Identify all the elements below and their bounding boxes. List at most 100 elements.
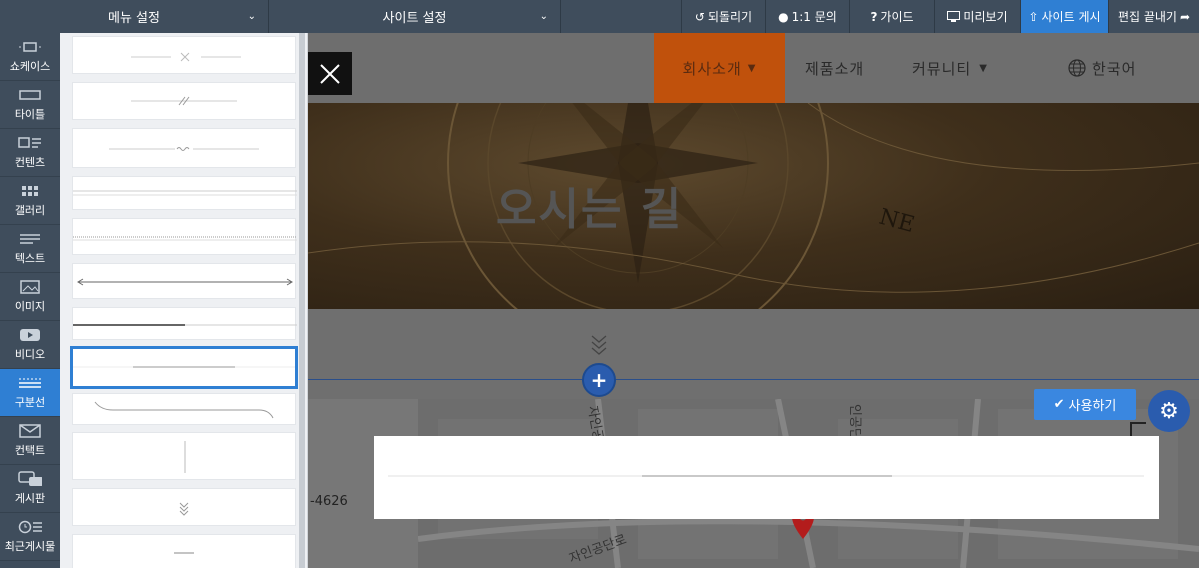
close-icon [320, 63, 340, 84]
video-icon [18, 327, 42, 343]
divider-template-double-line[interactable] [72, 176, 297, 210]
gear-icon: ⚙ [1159, 398, 1179, 424]
nav-item-label: 제품소개 [805, 59, 865, 78]
sidebar-item-recent-posts[interactable]: 최근게시물 [0, 513, 60, 561]
close-button[interactable] [308, 52, 352, 95]
sidebar-item-contact[interactable]: 컨택트 [0, 417, 60, 465]
sidebar-item-gallery[interactable]: 갤러리 [0, 177, 60, 225]
widget-sidebar: 쇼케이스 타이틀 컨텐츠 갤러리 텍스트 이미지 비디오 구분선 컨택트 게시판… [0, 33, 60, 568]
divider-insert-preview [374, 436, 1159, 519]
chevron-down-icon: ⌄ [247, 11, 256, 22]
sidebar-item-label: 타이틀 [14, 108, 46, 121]
site-settings-dropdown[interactable]: 사이트 설정 ⌄ [269, 0, 561, 33]
globe-icon [1068, 59, 1086, 77]
menu-settings-label: 메뉴 설정 [108, 11, 160, 26]
chevrons-down-icon [591, 335, 607, 355]
nav-item-products[interactable]: 제품소개 [805, 33, 864, 103]
share-arrow-icon: ➦ [1179, 9, 1191, 24]
contents-icon [18, 135, 42, 151]
divider-template-slash[interactable] [72, 82, 296, 120]
phone-number-fragment: -4626 [310, 494, 348, 509]
use-button[interactable]: ✔ 사용하기 [1034, 389, 1136, 420]
finish-edit-label: 편집 끝내기 [1117, 10, 1177, 24]
sidebar-item-contents[interactable]: 컨텐츠 [0, 129, 60, 177]
divider-template-vertical[interactable] [72, 432, 296, 480]
hero-banner: NE 오시는 길 [308, 103, 1199, 309]
publish-button[interactable]: ⇧ 사이트 게시 [1020, 0, 1108, 33]
divider-template-short[interactable] [72, 534, 296, 568]
site-navigation: 회사소개 ▼ 제품소개 커뮤니티 ▼ 한국어 [308, 33, 1199, 103]
sidebar-item-title[interactable]: 타이틀 [0, 81, 60, 129]
nav-item-language[interactable]: 한국어 [1068, 33, 1136, 103]
sidebar-item-divider[interactable]: 구분선 [0, 369, 60, 417]
divider-template-panel [60, 33, 308, 568]
guide-label: 가이드 [880, 10, 914, 24]
gallery-icon [18, 183, 42, 199]
divider-template-arrows[interactable] [72, 263, 296, 299]
top-toolbar: 메뉴 설정 ⌄ 사이트 설정 ⌄ ↺ 되돌리기 ● 1:1 문의 ? 가이드 미… [0, 0, 1199, 33]
finish-edit-button[interactable]: 편집 끝내기 ➦ [1108, 0, 1199, 33]
sidebar-item-image[interactable]: 이미지 [0, 273, 60, 321]
site-settings-label: 사이트 설정 [382, 11, 447, 26]
check-icon: ✔ [1053, 397, 1065, 412]
divider-template-curved[interactable] [72, 393, 296, 425]
caret-down-icon: ▼ [747, 62, 757, 74]
site-preview: 회사소개 ▼ 제품소개 커뮤니티 ▼ 한국어 NE 오시는 길 인공단 자인공단… [308, 33, 1199, 568]
sidebar-item-label: 구분선 [14, 396, 46, 409]
compass-image: NE [308, 103, 1199, 309]
divider-template-chevrons[interactable] [72, 488, 296, 526]
board-icon [18, 471, 42, 487]
publish-label: 사이트 게시 [1041, 10, 1101, 24]
monitor-icon [947, 11, 961, 22]
divider-template-bold-half[interactable] [72, 307, 297, 340]
text-icon [18, 231, 42, 247]
divider-section [308, 309, 1199, 399]
image-icon [18, 279, 42, 295]
sidebar-item-label: 텍스트 [14, 252, 46, 265]
divider-template-wave[interactable] [72, 128, 296, 168]
undo-button[interactable]: ↺ 되돌리기 [681, 0, 765, 33]
title-icon [18, 87, 42, 103]
inquiry-label: 1:1 문의 [791, 10, 837, 24]
showcase-icon [18, 39, 42, 55]
sidebar-item-label: 쇼케이스 [9, 60, 51, 73]
sidebar-item-label: 게시판 [14, 492, 46, 505]
divider-template-dotted[interactable] [72, 218, 297, 255]
preview-label: 미리보기 [963, 10, 1008, 24]
divider-template-x[interactable] [72, 36, 296, 74]
question-icon: ? [870, 9, 878, 24]
insert-guide-line [308, 379, 1199, 380]
recent-posts-icon [18, 519, 42, 535]
chevron-down-icon: ⌄ [539, 11, 548, 22]
nav-item-company[interactable]: 회사소개 ▼ [654, 33, 785, 103]
nav-item-label: 한국어 [1092, 59, 1137, 78]
sidebar-item-label: 갤러리 [14, 204, 46, 217]
use-button-label: 사용하기 [1068, 399, 1117, 414]
sidebar-item-text[interactable]: 텍스트 [0, 225, 60, 273]
guide-button[interactable]: ? 가이드 [849, 0, 934, 33]
publish-icon: ⇧ [1028, 9, 1039, 24]
sidebar-item-showcase[interactable]: 쇼케이스 [0, 33, 60, 81]
settings-button[interactable]: ⚙ [1148, 390, 1190, 432]
caret-down-icon: ▼ [979, 62, 988, 74]
panel-scrollbar[interactable] [299, 33, 305, 568]
sidebar-item-label: 비디오 [14, 348, 46, 361]
add-section-button[interactable]: + [582, 363, 616, 397]
map-street-label: 인공단 [847, 404, 862, 440]
sidebar-item-label: 이미지 [14, 300, 46, 313]
divider-template-center-bold[interactable] [70, 346, 298, 389]
preview-button[interactable]: 미리보기 [934, 0, 1020, 33]
nav-item-label: 회사소개 [682, 59, 742, 78]
sidebar-item-board[interactable]: 게시판 [0, 465, 60, 513]
undo-label: 되돌리기 [707, 10, 753, 24]
inquiry-button[interactable]: ● 1:1 문의 [765, 0, 849, 33]
sidebar-item-video[interactable]: 비디오 [0, 321, 60, 369]
sidebar-item-label: 컨텐츠 [14, 156, 46, 169]
menu-settings-dropdown[interactable]: 메뉴 설정 ⌄ [0, 0, 269, 33]
sidebar-item-label: 최근게시물 [4, 540, 56, 553]
page-title: 오시는 길 [496, 184, 684, 235]
plus-icon: + [590, 368, 608, 392]
undo-icon: ↺ [694, 9, 705, 24]
nav-item-community[interactable]: 커뮤니티 ▼ [912, 33, 988, 103]
